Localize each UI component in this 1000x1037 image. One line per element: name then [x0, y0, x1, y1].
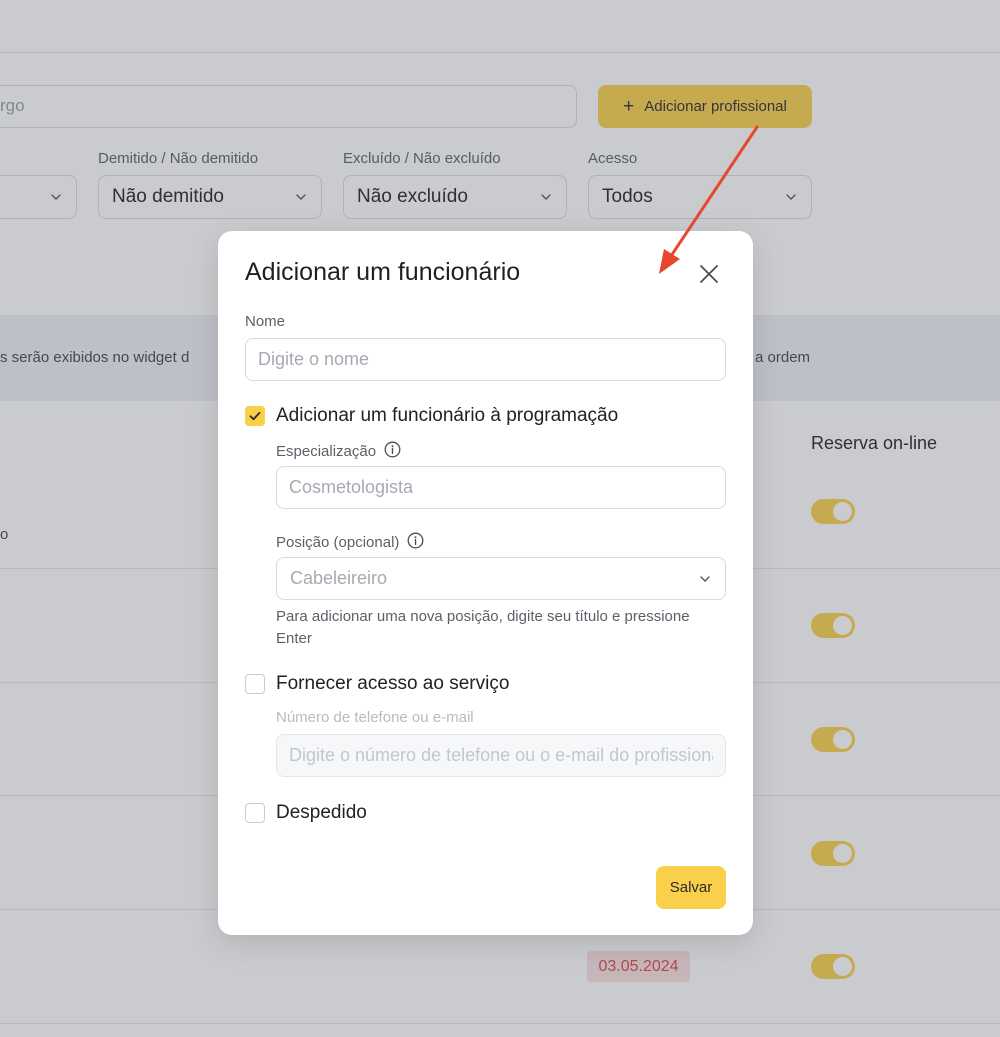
- fired-checkbox[interactable]: [245, 803, 265, 823]
- chevron-down-icon: [699, 573, 711, 585]
- position-select[interactable]: Cabeleireiro: [276, 557, 726, 600]
- schedule-checkbox[interactable]: [245, 406, 265, 426]
- save-button[interactable]: Salvar: [656, 866, 726, 909]
- info-icon[interactable]: [384, 441, 401, 462]
- close-icon[interactable]: [696, 261, 722, 287]
- check-icon: [249, 411, 261, 421]
- access-checkbox-row[interactable]: Fornecer acesso ao serviço: [245, 673, 509, 695]
- fired-checkbox-row[interactable]: Despedido: [245, 802, 367, 824]
- specialization-input[interactable]: [276, 466, 726, 509]
- dialog-title: Adicionar um funcionário: [245, 258, 521, 286]
- name-input[interactable]: [245, 338, 726, 381]
- info-icon[interactable]: [407, 532, 424, 553]
- contact-input[interactable]: [276, 734, 726, 777]
- position-placeholder: Cabeleireiro: [290, 568, 388, 588]
- contact-label: Número de telefone ou e-mail: [276, 709, 474, 726]
- add-employee-dialog: Adicionar um funcionário Nome Adicionar …: [218, 231, 753, 935]
- fired-checkbox-label: Despedido: [276, 802, 367, 823]
- access-checkbox-label: Fornecer acesso ao serviço: [276, 673, 510, 694]
- position-label: Posição (opcional): [276, 532, 424, 553]
- position-hint: Para adicionar uma nova posição, digite …: [276, 608, 690, 647]
- specialization-label: Especialização: [276, 441, 401, 462]
- schedule-checkbox-row[interactable]: Adicionar um funcionário à programação: [245, 405, 618, 427]
- schedule-checkbox-label: Adicionar um funcionário à programação: [276, 405, 619, 426]
- access-checkbox[interactable]: [245, 674, 265, 694]
- name-label: Nome: [245, 313, 286, 330]
